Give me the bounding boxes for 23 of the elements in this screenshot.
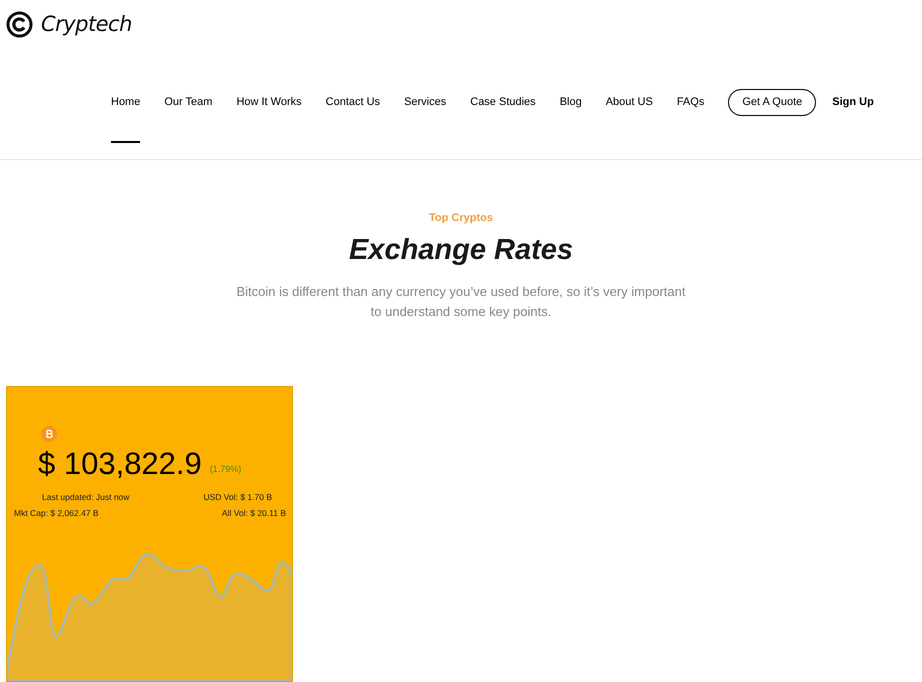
price-change: (1.79%): [210, 462, 242, 476]
nav-link[interactable]: About US: [606, 95, 653, 143]
nav-link[interactable]: Home: [111, 95, 140, 143]
price-value: $ 103,822.9: [38, 446, 202, 482]
quote-button[interactable]: Get A Quote: [728, 89, 816, 116]
last-updated: Last updated: Just now: [42, 491, 130, 504]
bitcoin-icon: [41, 426, 57, 442]
nav-link[interactable]: Our Team: [164, 95, 212, 143]
signup-link[interactable]: Sign Up: [832, 95, 874, 110]
section-eyebrow: Top Cryptos: [429, 211, 493, 226]
nav-link[interactable]: Case Studies: [470, 95, 536, 143]
section-description: Bitcoin is different than any currency you’ve used before, so it’s very important to understand some key points.: [236, 283, 686, 321]
usd-volume: USD Vol: $ 1.70 B: [203, 491, 272, 504]
logo-icon: [6, 11, 33, 38]
all-volume: All Vol: $ 20.11 B: [222, 506, 286, 520]
nav-link[interactable]: How It Works: [236, 95, 302, 143]
brand-name: Cryptech: [41, 11, 132, 38]
section-title: Exchange Rates: [348, 232, 574, 268]
nav-link[interactable]: Contact Us: [326, 95, 380, 143]
nav-link[interactable]: FAQs: [676, 95, 704, 143]
nav-link[interactable]: Blog: [560, 95, 582, 143]
market-cap: Mkt Cap: $ 2,062.47 B: [14, 506, 99, 520]
nav-link[interactable]: Services: [404, 95, 446, 143]
